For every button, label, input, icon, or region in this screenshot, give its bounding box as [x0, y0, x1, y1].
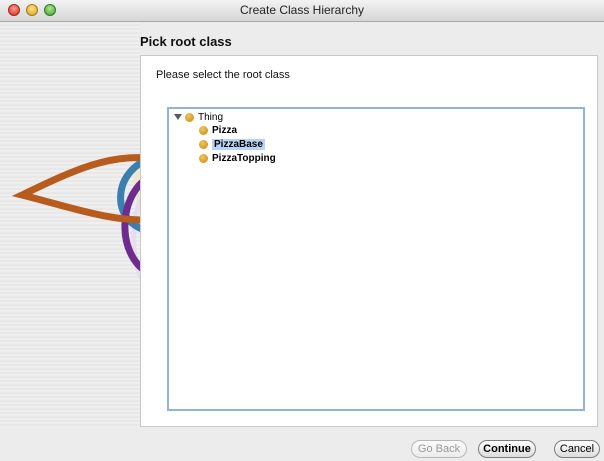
step-title: Pick root class [140, 34, 232, 49]
tree-node-label: PizzaBase [212, 138, 265, 150]
window-titlebar[interactable]: Create Class Hierarchy [0, 0, 604, 22]
instruction-text: Please select the root class [156, 69, 290, 81]
class-dot-icon [185, 112, 194, 122]
wizard-side-panel [0, 22, 140, 427]
protege-logo-icon [11, 154, 140, 282]
tree-node-label: Pizza [212, 124, 238, 136]
disclosure-triangle-down-icon[interactable] [173, 112, 183, 122]
cancel-button[interactable]: Cancel [554, 440, 600, 458]
tree-node-pizza[interactable]: Pizza [199, 123, 237, 137]
class-dot-icon [199, 125, 208, 135]
tree-node-pizzatopping[interactable]: PizzaTopping [199, 151, 276, 165]
tree-node-pizzabase[interactable]: PizzaBase [199, 137, 265, 151]
tree-node-label: PizzaTopping [212, 152, 276, 164]
wizard-content-panel: Please select the root class Thing Pizza… [140, 55, 598, 427]
window-title: Create Class Hierarchy [239, 3, 365, 17]
class-tree[interactable]: Thing Pizza PizzaBase PizzaTopping [167, 107, 585, 411]
class-dot-icon [199, 153, 208, 163]
tree-node-label: Thing [198, 111, 224, 123]
class-dot-icon [199, 139, 208, 149]
continue-button[interactable]: Continue [478, 440, 536, 458]
tree-node-thing[interactable]: Thing [173, 110, 223, 124]
go-back-button[interactable]: Go Back [411, 440, 467, 458]
